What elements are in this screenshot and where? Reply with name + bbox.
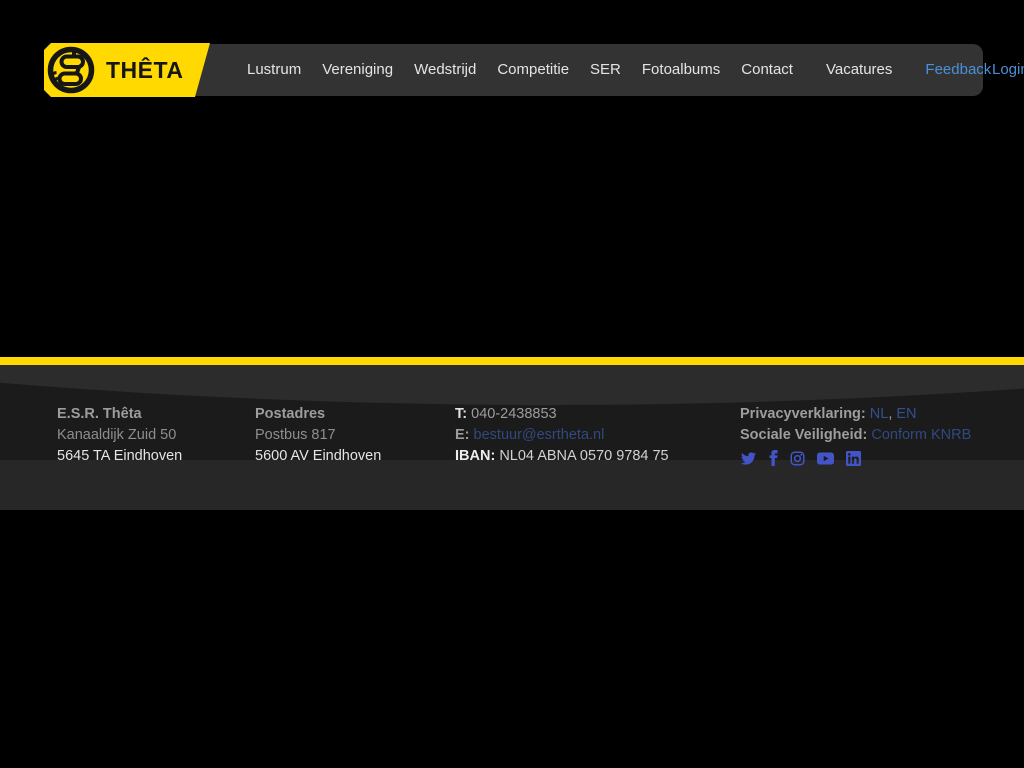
footer-contact: T: 040-2438853 E: bestuur@esrtheta.nl IB… xyxy=(455,404,669,467)
nav-item-wedstrijd[interactable]: Wedstrijd xyxy=(414,44,476,96)
postal-address-title: Postadres xyxy=(255,404,381,425)
social-icons-row xyxy=(740,450,971,466)
email-label: E: xyxy=(455,427,470,443)
footer-legal-social: Privacyverklaring: NL, EN Sociale Veilig… xyxy=(740,404,971,466)
safety-knrb-link[interactable]: Conform KNRB xyxy=(871,427,971,443)
facebook-icon[interactable] xyxy=(769,450,778,466)
iban-number: NL04 ABNA 0570 9784 75 xyxy=(499,448,668,464)
privacy-nl-link[interactable]: NL xyxy=(870,406,889,422)
instagram-icon[interactable] xyxy=(790,451,805,466)
nav-item-contact[interactable]: Contact xyxy=(741,44,793,96)
yellow-divider xyxy=(0,357,1024,365)
safety-row: Sociale Veiligheid: Conform KNRB xyxy=(740,425,971,446)
privacy-comma: , xyxy=(888,406,892,422)
nav-item-feedback[interactable]: Feedback xyxy=(925,44,991,96)
visit-address-title: E.S.R. Thêta xyxy=(57,404,182,425)
youtube-icon[interactable] xyxy=(817,452,834,465)
privacy-en-link[interactable]: EN xyxy=(896,406,916,422)
contact-iban-row: IBAN: NL04 ABNA 0570 9784 75 xyxy=(455,446,669,467)
contact-email-row: E: bestuur@esrtheta.nl xyxy=(455,425,669,446)
visit-address-street: Kanaaldijk Zuid 50 xyxy=(57,425,182,446)
nav-item-vacatures[interactable]: Vacatures xyxy=(826,44,892,96)
footer-visit-address: E.S.R. Thêta Kanaaldijk Zuid 50 5645 TA … xyxy=(57,404,182,467)
postal-address-city: 5600 AV Eindhoven xyxy=(255,446,381,467)
empty-page-body xyxy=(0,97,1024,357)
nav-item-competitie[interactable]: Competitie xyxy=(497,44,569,96)
nav-item-fotoalbums[interactable]: Fotoalbums xyxy=(642,44,720,96)
phone-number: 040-2438853 xyxy=(471,406,556,422)
nav-item-ser[interactable]: SER xyxy=(590,44,621,96)
footer-content: E.S.R. Thêta Kanaaldijk Zuid 50 5645 TA … xyxy=(0,365,1024,510)
nav-item-lustrum[interactable]: Lustrum xyxy=(247,44,301,96)
iban-label: IBAN: xyxy=(455,448,495,464)
contact-phone-row: T: 040-2438853 xyxy=(455,404,669,425)
nav-item-vereniging[interactable]: Vereniging xyxy=(322,44,393,96)
twitter-icon[interactable] xyxy=(740,451,757,466)
logo-wordmark: THÊTA xyxy=(106,43,183,97)
linkedin-icon[interactable] xyxy=(846,451,861,466)
theta-logo-icon xyxy=(46,45,96,95)
phone-label: T: xyxy=(455,406,467,422)
email-link[interactable]: bestuur@esrtheta.nl xyxy=(474,427,605,443)
footer-postal-address: Postadres Postbus 817 5600 AV Eindhoven xyxy=(255,404,381,467)
visit-address-city: 5645 TA Eindhoven xyxy=(57,446,182,467)
postal-address-street: Postbus 817 xyxy=(255,425,381,446)
safety-label: Sociale Veiligheid: xyxy=(740,427,867,443)
privacy-label: Privacyverklaring: xyxy=(740,406,866,422)
below-footer-area xyxy=(0,510,1024,768)
page-footer: E.S.R. Thêta Kanaaldijk Zuid 50 5645 TA … xyxy=(0,365,1024,510)
site-header: Lustrum Vereniging Wedstrijd Competitie … xyxy=(0,0,1024,97)
privacy-row: Privacyverklaring: NL, EN xyxy=(740,404,971,425)
theta-logo[interactable]: THÊTA xyxy=(44,43,210,97)
nav-item-login[interactable]: Login xyxy=(992,44,1024,96)
